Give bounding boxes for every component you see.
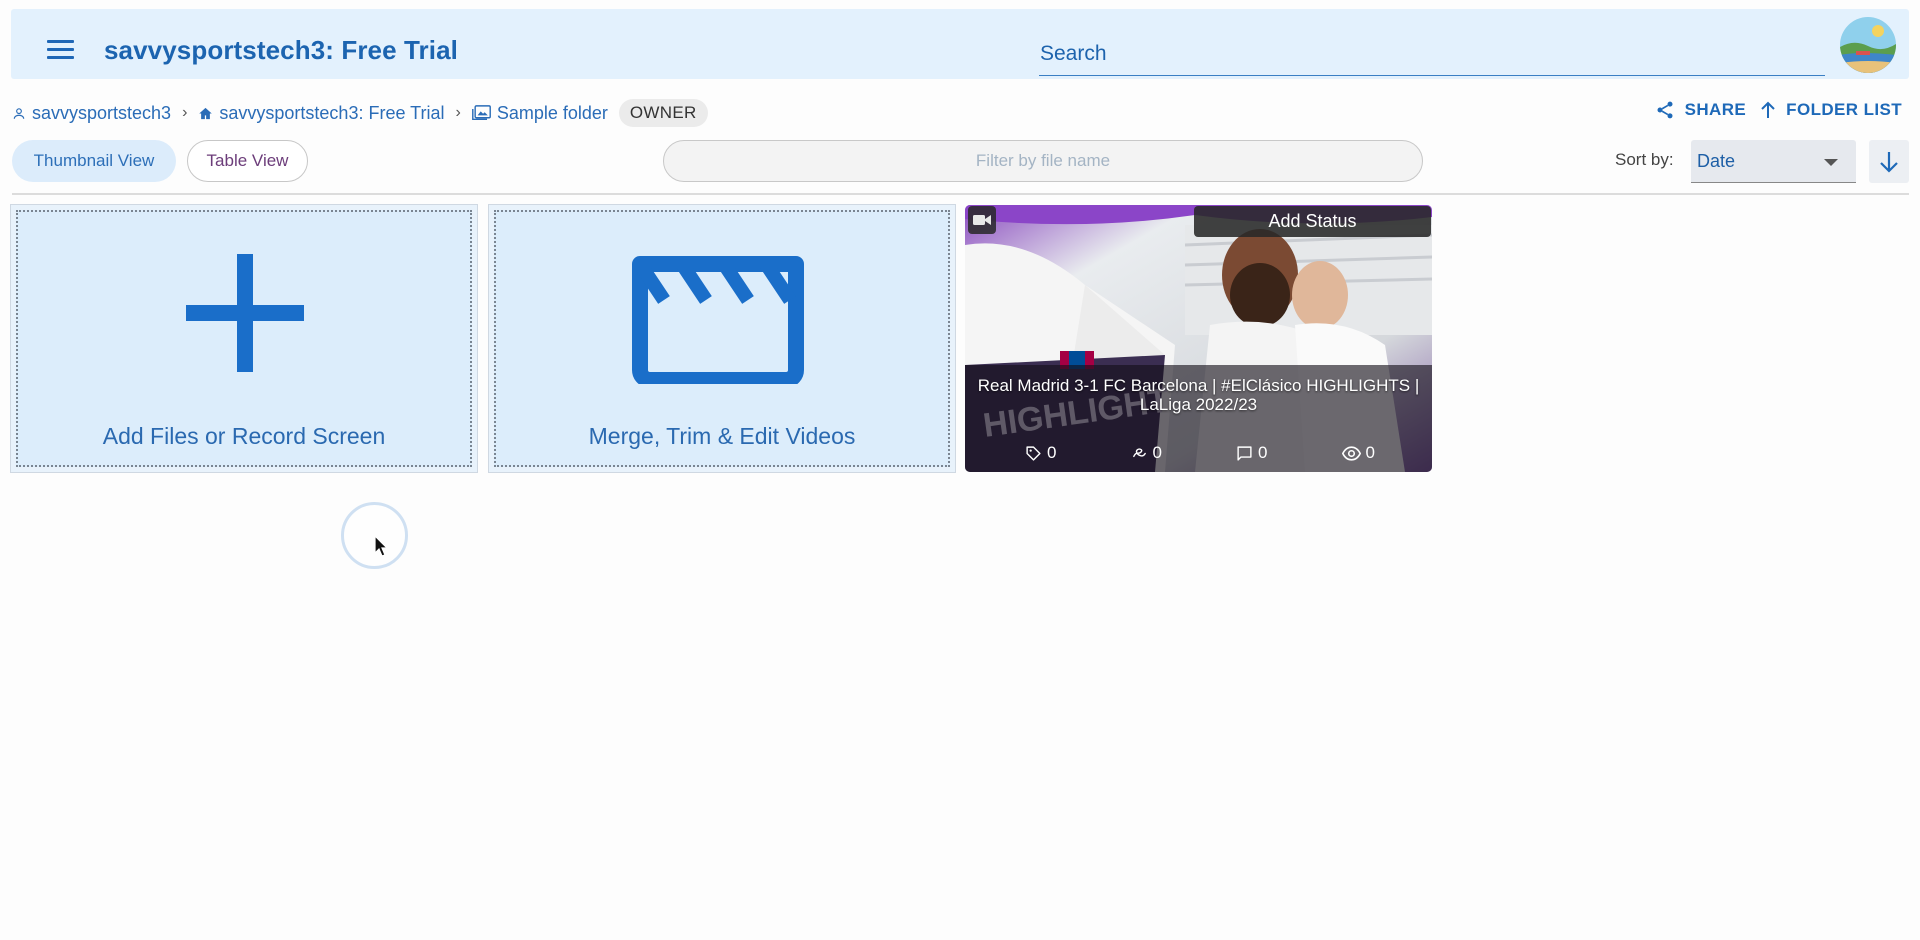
app-header: savvysportstech3: Free Trial Search [11,9,1909,79]
divider [12,193,1909,195]
arrow-down-icon [1880,151,1898,173]
breadcrumb-workspace[interactable]: savvysportstech3: Free Trial [198,103,444,124]
thumbnail-view-button[interactable]: Thumbnail View [12,140,176,182]
add-files-card[interactable]: Add Files or Record Screen [10,204,478,473]
user-avatar[interactable] [1840,17,1896,73]
plus-icon [186,254,304,372]
comments-count: 0 [1258,443,1268,462]
breadcrumb-account[interactable]: savvysportstech3 [12,103,171,124]
clapperboard-icon [632,256,804,384]
image-folder-icon [471,105,491,121]
person-icon [13,107,25,119]
video-stats: 0 0 0 0 [1025,443,1375,463]
app-title: savvysportstech3: Free Trial [104,35,458,65]
add-status-button[interactable]: Add Status [1194,206,1431,237]
views-count: 0 [1365,443,1375,462]
folder-list-button[interactable]: FOLDER LIST [1760,100,1902,120]
sort-select[interactable]: Date [1691,140,1856,183]
role-badge: OWNER [618,99,708,127]
share-button[interactable]: SHARE [1655,100,1747,120]
breadcrumb-label: Sample folder [496,102,608,123]
filter-input[interactable] [664,141,1422,181]
breadcrumb-label: savvysportstech3 [32,102,172,123]
comments-stat: 0 [1236,443,1267,463]
search-input[interactable]: Search [1040,42,1107,66]
video-card[interactable]: HIGHLIGHT Add Status Real Madrid 3-1 FC … [965,205,1432,472]
sort-by-label: Sort by: [1615,150,1674,169]
home-icon [199,107,213,119]
arrow-up-icon [1761,101,1775,118]
edit-videos-card[interactable]: Merge, Trim & Edit Videos [488,204,956,473]
breadcrumb-label: savvysportstech3: Free Trial [219,102,445,123]
filter-field[interactable] [663,140,1423,182]
folder-list-label: FOLDER LIST [1786,100,1902,119]
sort-direction-button[interactable] [1869,140,1909,183]
comment-icon [1237,445,1252,461]
video-caption: Real Madrid 3-1 FC Barcelona | #ElClásic… [965,365,1432,472]
chevron-right-icon: › [455,104,461,121]
tag-icon [1026,445,1041,461]
breadcrumb-folder[interactable]: Sample folder [471,102,608,124]
sort-value: Date [1697,151,1736,171]
breadcrumb: savvysportstech3 › savvysportstech3: Fre… [12,99,708,127]
assignments-stat: 0 [1131,443,1162,463]
eye-icon [1341,445,1361,461]
tags-count: 0 [1047,443,1057,462]
chevron-right-icon: › [182,104,188,121]
mouse-pointer-icon [374,535,388,557]
add-files-label: Add Files or Record Screen [102,423,386,449]
share-label: SHARE [1684,100,1747,119]
search-underline [1039,75,1825,76]
video-camera-icon [968,206,996,234]
tags-stat: 0 [1025,443,1056,463]
edit-videos-label: Merge, Trim & Edit Videos [588,423,856,449]
share-icon [1657,101,1673,119]
caret-down-icon [1824,159,1838,166]
header-actions: SHARE FOLDER LIST [1655,100,1902,120]
draw-icon [1132,447,1146,457]
views-stat: 0 [1341,443,1375,463]
menu-icon[interactable] [47,40,74,60]
assignments-count: 0 [1152,443,1162,462]
table-view-button[interactable]: Table View [187,140,308,182]
video-title: Real Madrid 3-1 FC Barcelona | #ElClásic… [977,376,1420,414]
